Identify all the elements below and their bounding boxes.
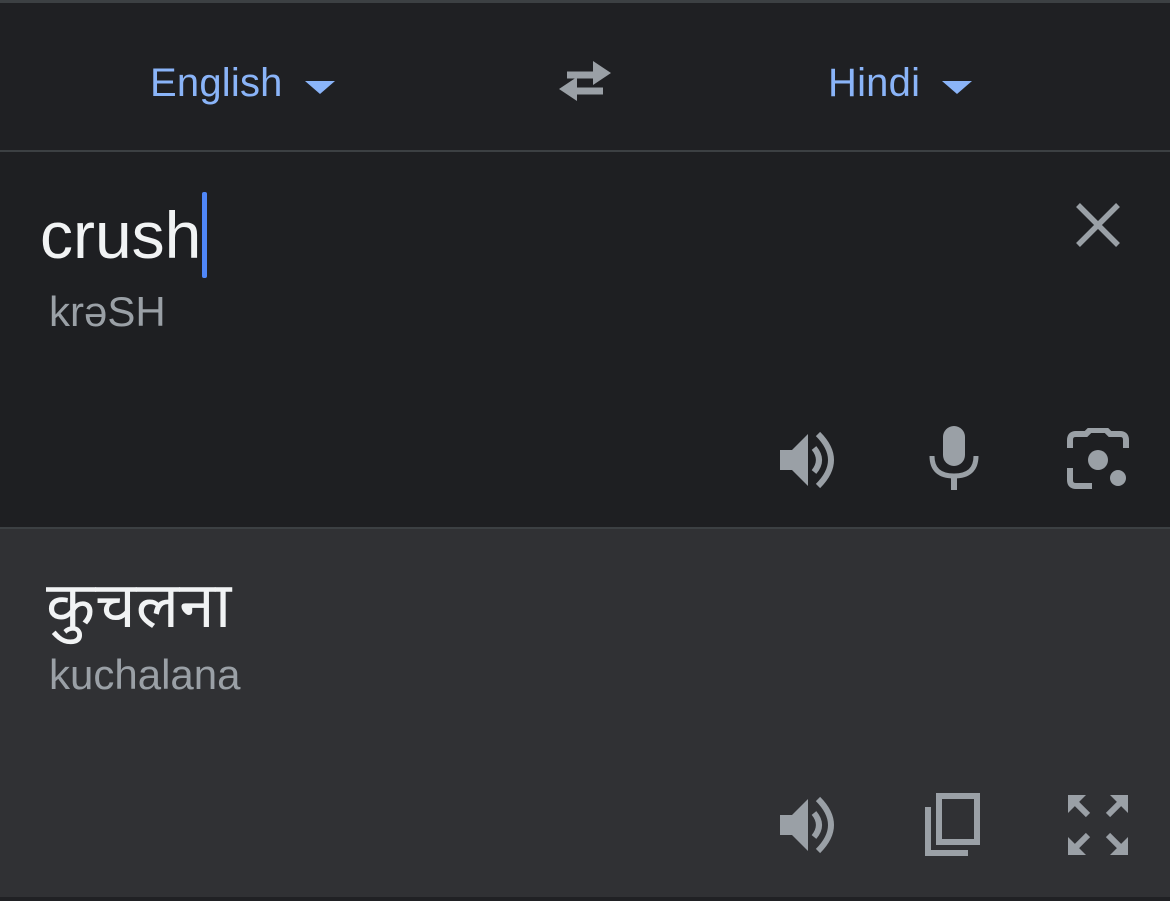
swap-arrows-icon bbox=[559, 61, 611, 101]
caret-down-icon bbox=[942, 80, 973, 94]
source-text: crush bbox=[40, 198, 202, 272]
output-panel: कुचलना kuchalana bbox=[0, 529, 1170, 897]
camera-lens-icon bbox=[1067, 427, 1129, 489]
language-bar: English Hindi bbox=[0, 3, 1170, 150]
fullscreen-button[interactable] bbox=[1066, 793, 1130, 857]
camera-translate-button[interactable] bbox=[1066, 427, 1130, 492]
fullscreen-icon bbox=[1068, 795, 1128, 855]
bottom-border bbox=[0, 897, 1170, 901]
copy-translation-button[interactable] bbox=[920, 791, 984, 856]
caret-down-icon bbox=[304, 80, 335, 94]
speaker-icon bbox=[780, 796, 834, 854]
source-language-label: English bbox=[150, 60, 283, 105]
microphone-icon bbox=[929, 426, 979, 490]
source-language-selector[interactable]: English bbox=[150, 55, 335, 111]
clear-input-button[interactable] bbox=[1070, 197, 1126, 253]
source-transliteration: krəSH bbox=[49, 288, 166, 335]
listen-source-button[interactable] bbox=[778, 428, 842, 492]
source-text-input[interactable]: crush bbox=[40, 192, 208, 278]
listen-translation-button[interactable] bbox=[778, 793, 842, 857]
translated-transliteration: kuchalana bbox=[49, 651, 241, 698]
input-panel: crush krəSH bbox=[0, 152, 1170, 527]
swap-languages-button[interactable] bbox=[553, 55, 617, 107]
close-icon bbox=[1076, 203, 1120, 247]
translated-text: कुचलना bbox=[46, 569, 232, 641]
voice-input-button[interactable] bbox=[922, 426, 986, 490]
text-cursor bbox=[202, 192, 208, 278]
target-language-selector[interactable]: Hindi bbox=[828, 55, 973, 111]
target-language-label: Hindi bbox=[828, 60, 921, 105]
speaker-icon bbox=[780, 431, 834, 489]
copy-icon bbox=[925, 793, 980, 856]
translate-app: English Hindi crush krəSH कुचलना kuchala… bbox=[0, 0, 1170, 901]
